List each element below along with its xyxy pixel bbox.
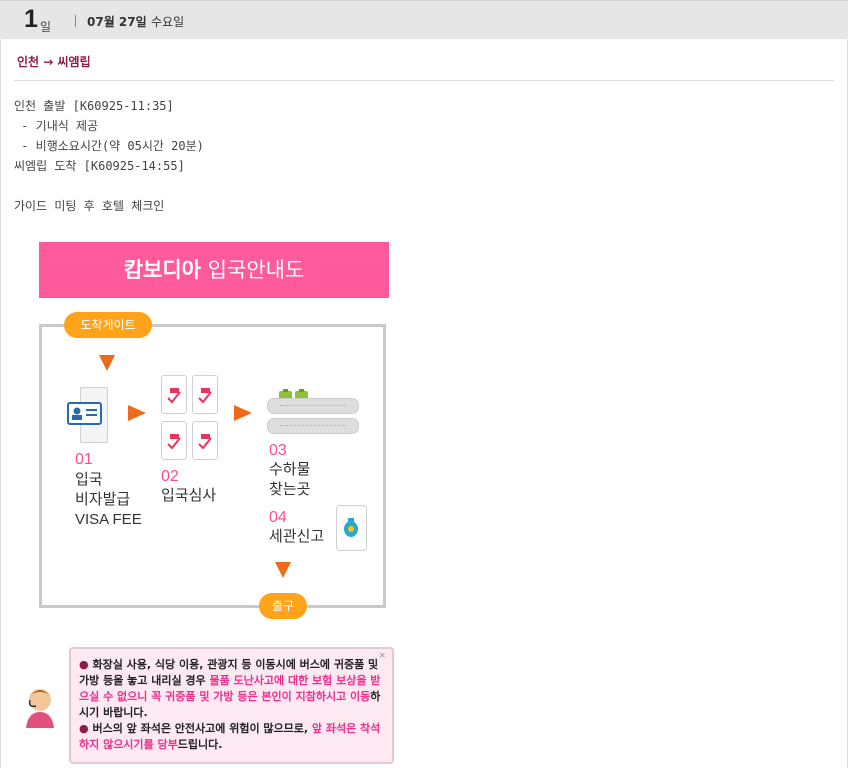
notice-text: ● 화장실 사용, 식당 이용, 관광지 등 이동시에 버스에 귀중품 및 가방… xyxy=(79,657,386,753)
schedule-line: - 기내식 제공 xyxy=(14,119,99,133)
money-bag-icon xyxy=(336,505,367,551)
step-01-line: 비자발급 xyxy=(75,491,131,508)
step-02-number: 02 xyxy=(161,468,179,485)
step-04-number: 04 xyxy=(269,509,287,526)
step-03-number: 03 xyxy=(269,442,287,459)
notice-text-part: 드립니다. xyxy=(177,738,223,751)
step-01-number: 01 xyxy=(75,451,93,468)
bullet-icon: ● xyxy=(79,722,89,735)
schedule-line: 씨엠립 도착 [K60925-14:55] xyxy=(14,159,185,173)
arrival-gate-pill: 도착게이트 xyxy=(64,312,152,338)
day-number: 1 xyxy=(24,5,38,33)
baggage-belt xyxy=(267,398,359,414)
step-03-line: 찾는곳 xyxy=(269,481,311,498)
arrow-down-icon xyxy=(275,562,291,578)
schedule-line: - 비행소요시간(약 05시간 20분) xyxy=(14,139,204,153)
notice-text-part: 버스의 앞 좌석은 안전사고에 위험이 많으므로, xyxy=(92,722,312,735)
step-03-label: 수하물 찾는곳 xyxy=(269,460,310,500)
step-04-label: 세관신고 xyxy=(269,528,325,545)
arrow-down-icon xyxy=(99,355,115,371)
date-label: 07월 27일 xyxy=(87,15,147,29)
content-border-left xyxy=(0,39,1,768)
step-01-label: 입국 비자발급 VISA FEE xyxy=(75,470,142,530)
passport-control-icon xyxy=(161,421,187,460)
exit-pill: 출구 xyxy=(259,593,307,619)
step-01-line: VISA FEE xyxy=(75,511,142,528)
passport-control-icon xyxy=(192,421,218,460)
step-01-line: 입국 xyxy=(75,471,103,488)
route-divider xyxy=(14,80,834,81)
day-unit: 일 xyxy=(40,20,52,34)
header-divider xyxy=(75,15,76,27)
banner-title-bold: 캄보디아 xyxy=(123,258,201,282)
arrow-right-icon xyxy=(234,405,252,421)
passport-control-icon xyxy=(161,375,187,414)
banner-title-rest: 입국안내도 xyxy=(201,258,305,282)
notice-item-1: ● 화장실 사용, 식당 이용, 관광지 등 이동시에 버스에 귀중품 및 가방… xyxy=(79,657,386,721)
guide-avatar-icon xyxy=(26,689,54,728)
notice-box: × ● 화장실 사용, 식당 이용, 관광지 등 이동시에 버스에 귀중품 및 … xyxy=(69,647,394,764)
weekday-label: 수요일 xyxy=(151,15,185,29)
day-header: 1 일 07월 27일 수요일 xyxy=(0,0,848,39)
entry-guide-banner: 캄보디아 입국안내도 xyxy=(39,242,389,298)
id-card-icon xyxy=(67,402,102,425)
passport-control-icon xyxy=(192,375,218,414)
step-03-line: 수하물 xyxy=(269,461,311,478)
bullet-icon: ● xyxy=(79,658,89,671)
step-02-label: 입국심사 xyxy=(161,487,217,504)
baggage-belt xyxy=(267,418,359,434)
schedule-line: 인천 출발 [K60925-11:35] xyxy=(14,99,174,113)
arrow-right-icon xyxy=(128,405,146,421)
route-title: 인천 → 씨엠립 xyxy=(17,55,91,69)
notice-item-2: ● 버스의 앞 좌석은 안전사고에 위험이 많으므로, 앞 좌석은 착석하지 않… xyxy=(79,721,386,753)
schedule-line: 가이드 미팅 후 호텔 체크인 xyxy=(14,199,165,213)
